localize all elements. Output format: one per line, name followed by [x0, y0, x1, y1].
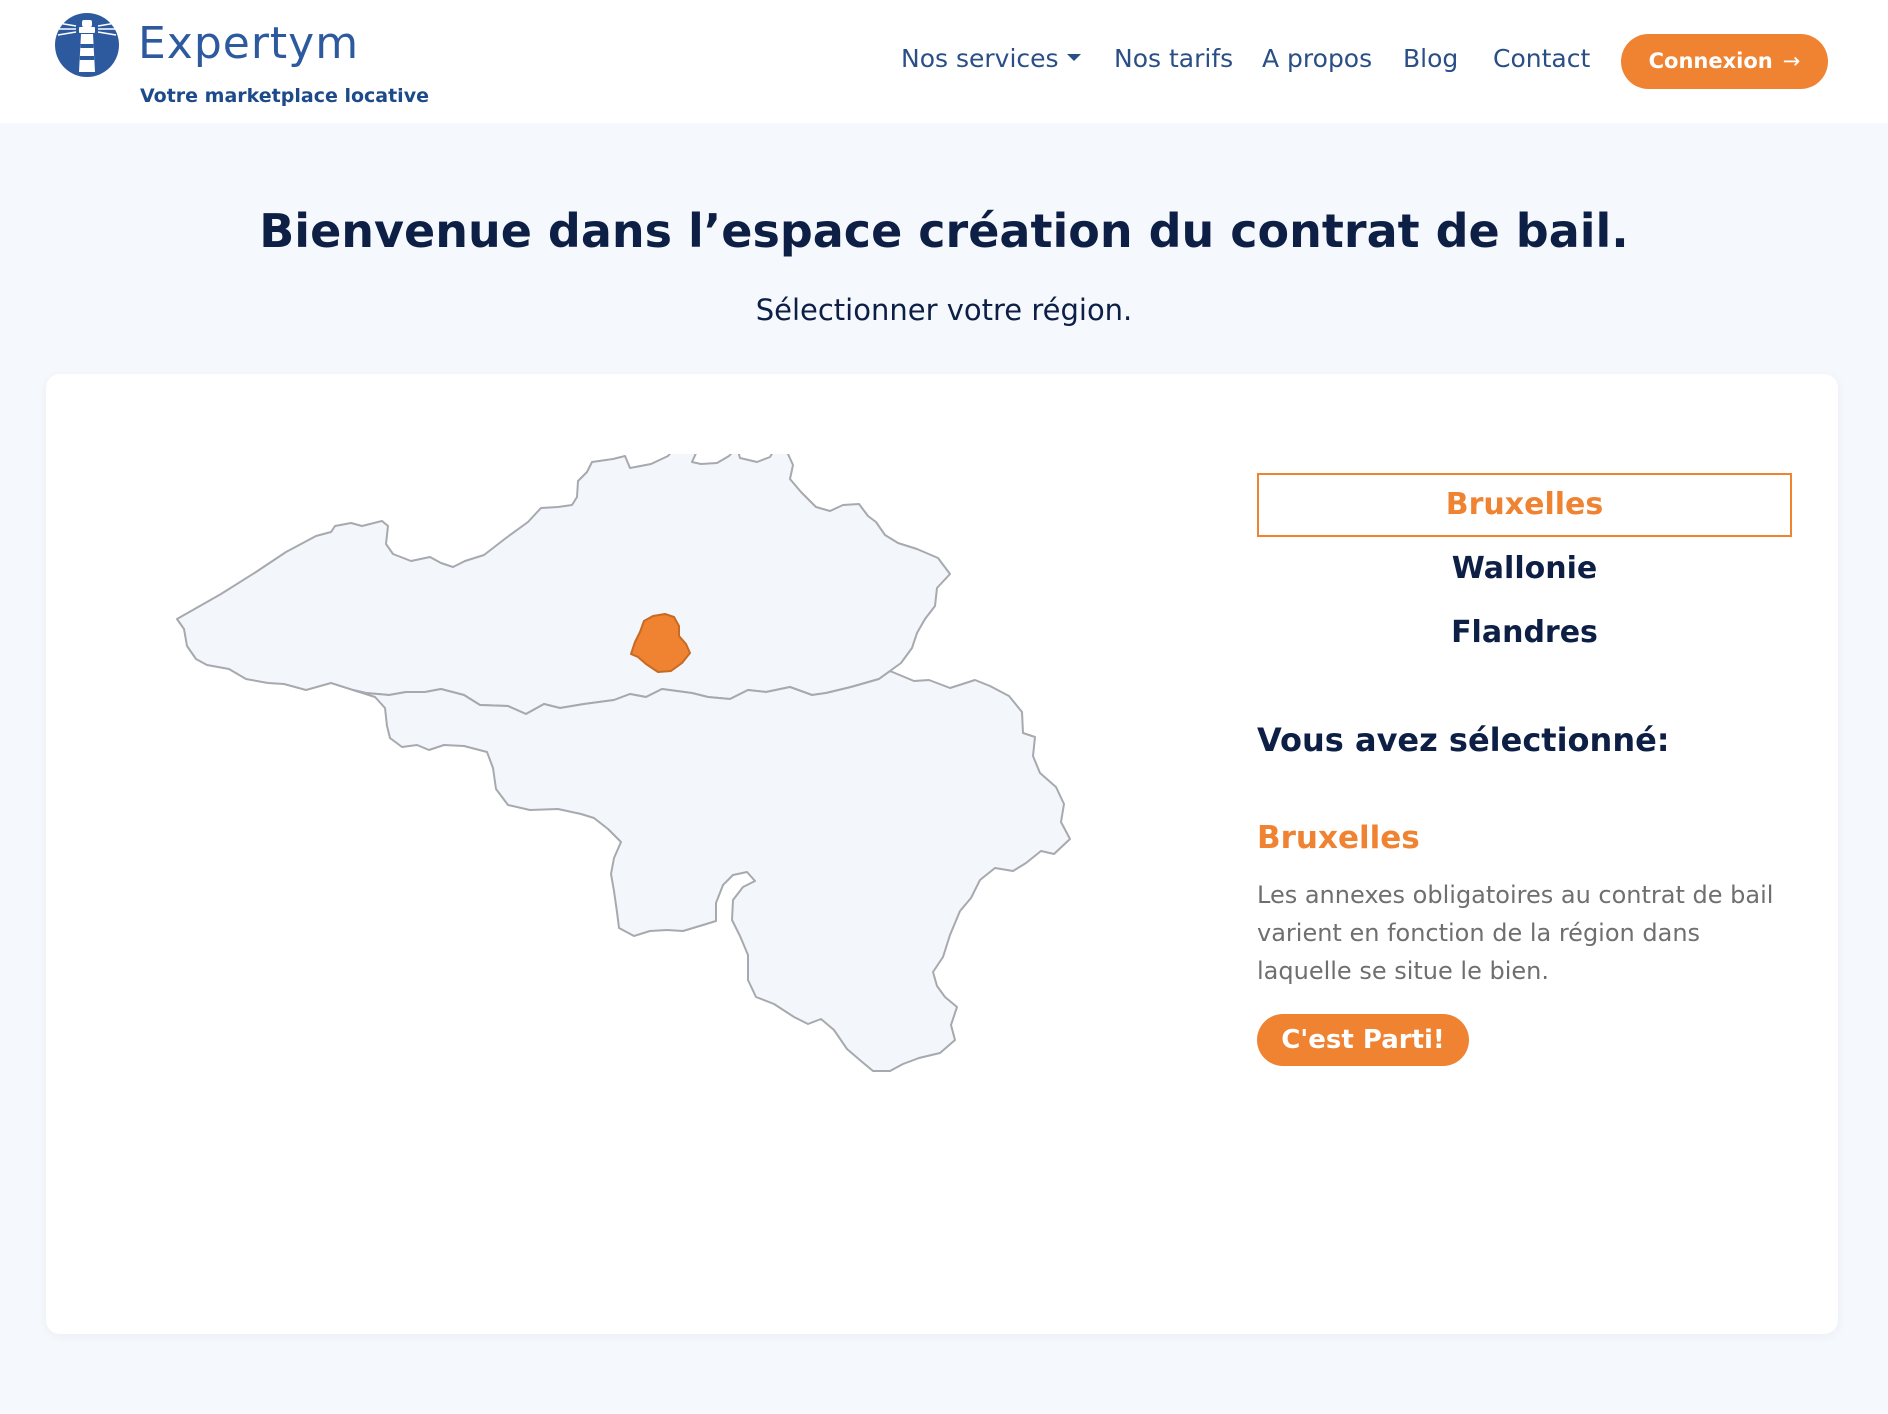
region-card: Bruxelles Wallonie Flandres Vous avez sé… — [46, 374, 1838, 1334]
region-option-wallonie[interactable]: Wallonie — [1257, 537, 1792, 601]
nav-about[interactable]: A propos — [1262, 44, 1372, 73]
arrow-right-icon: → — [1782, 49, 1801, 73]
region-option-flandres[interactable]: Flandres — [1257, 601, 1792, 665]
page-title: Bienvenue dans l’espace création du cont… — [259, 204, 1629, 258]
nav-contact[interactable]: Contact — [1493, 44, 1590, 73]
nav-blog[interactable]: Blog — [1403, 44, 1458, 73]
map-region-flandres[interactable] — [176, 454, 951, 715]
lighthouse-icon — [55, 13, 119, 77]
nav-services-label: Nos services — [901, 44, 1059, 73]
start-button[interactable]: C'est Parti! — [1257, 1014, 1469, 1066]
brand-name: Expertym — [138, 18, 360, 69]
region-option-bruxelles[interactable]: Bruxelles — [1257, 473, 1792, 537]
region-list: Bruxelles Wallonie Flandres — [1257, 473, 1792, 665]
login-label: Connexion — [1648, 49, 1773, 73]
nav-pricing[interactable]: Nos tarifs — [1114, 44, 1233, 73]
selection-heading: Vous avez sélectionné: — [1257, 721, 1670, 759]
belgium-map — [176, 454, 1071, 1072]
selection-description: Les annexes obligatoires au contrat de b… — [1257, 881, 1774, 985]
login-button[interactable]: Connexion → — [1621, 34, 1828, 89]
page-subtitle: Sélectionner votre région. — [755, 293, 1133, 327]
map-region-wallonie[interactable] — [352, 670, 1071, 1072]
brand-tagline: Votre marketplace locative — [140, 85, 429, 107]
caret-down-icon — [1066, 53, 1081, 61]
nav-services[interactable]: Nos services — [901, 44, 1081, 73]
brand-logo[interactable]: Expertym Votre marketplace locative — [54, 12, 429, 112]
site-header: Expertym Votre marketplace locative Nos … — [0, 0, 1888, 123]
selection-value: Bruxelles — [1257, 820, 1420, 856]
